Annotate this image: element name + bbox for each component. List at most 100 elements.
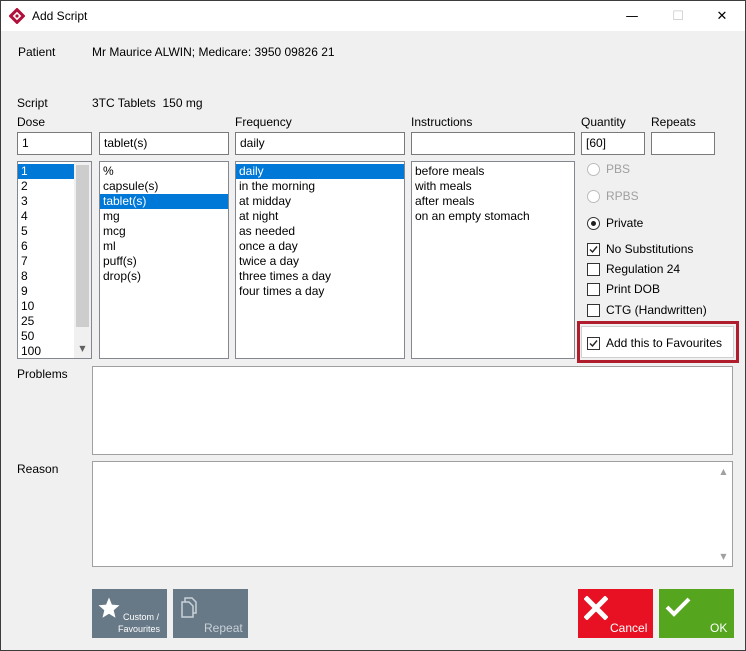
custom-favourites-button[interactable]: Custom / Favourites: [92, 589, 167, 638]
radio-private[interactable]: Private: [587, 215, 643, 231]
frequency-list-item[interactable]: three times a day: [236, 269, 404, 284]
dose-list-item[interactable]: 4: [18, 209, 74, 224]
minimize-icon: —: [625, 8, 639, 24]
ctg-checkbox[interactable]: CTG (Handwritten): [587, 302, 707, 318]
dose-list-item[interactable]: 7: [18, 254, 74, 269]
instructions-list[interactable]: before meals with meals after meals on an e…: [411, 161, 575, 359]
minimize-button[interactable]: —: [609, 1, 655, 31]
unit-list-item[interactable]: drop(s): [100, 269, 228, 284]
unit-list-item[interactable]: mg: [100, 209, 228, 224]
ctg-label: CTG (Handwritten): [606, 303, 707, 317]
instructions-list-item[interactable]: before meals: [412, 164, 574, 179]
maximize-button: ☐: [655, 1, 701, 31]
problems-textarea[interactable]: [92, 366, 733, 455]
instructions-label: Instructions: [411, 115, 473, 129]
unit-list[interactable]: % capsule(s) tablet(s) mg mcg ml puff(s) drop(s…: [99, 161, 229, 359]
quantity-input[interactable]: [60]: [581, 132, 645, 155]
repeats-label: Repeats: [651, 115, 696, 129]
unit-input[interactable]: tablet(s): [99, 132, 229, 155]
dose-list-item[interactable]: 1: [18, 164, 74, 179]
frequency-list-item[interactable]: at midday: [236, 194, 404, 209]
dose-list-item[interactable]: 5: [18, 224, 74, 239]
frequency-list-item[interactable]: as needed: [236, 224, 404, 239]
dose-list-item[interactable]: 3: [18, 194, 74, 209]
dose-list-item[interactable]: 8: [18, 269, 74, 284]
unit-list-item[interactable]: %: [100, 164, 228, 179]
checkbox-box: [587, 262, 600, 276]
star-icon: [98, 597, 120, 618]
repeat-label: Repeat: [204, 621, 243, 635]
copy-icon: [181, 597, 197, 618]
cancel-button[interactable]: Cancel: [578, 589, 653, 638]
frequency-list[interactable]: daily in the morning at midday at night as n…: [235, 161, 405, 359]
reason-label: Reason: [17, 462, 59, 476]
print-dob-label: Print DOB: [606, 282, 661, 296]
dose-label: Dose: [17, 115, 46, 129]
repeat-button[interactable]: Repeat: [173, 589, 248, 638]
scroll-down-icon[interactable]: ▼: [74, 340, 91, 357]
checkbox-box: [587, 336, 600, 350]
radio-pbs: PBS: [587, 161, 630, 177]
quantity-label: Quantity: [581, 115, 626, 129]
scroll-up-icon[interactable]: ▲: [715, 463, 732, 480]
frequency-list-item[interactable]: at night: [236, 209, 404, 224]
checkmark-icon: [589, 245, 598, 253]
window-title: Add Script: [32, 9, 88, 23]
patient-label: Patient: [18, 45, 56, 59]
dose-list-item[interactable]: 50: [18, 329, 74, 344]
no-substitutions-checkbox[interactable]: No Substitutions: [587, 241, 693, 257]
dose-input[interactable]: 1: [17, 132, 92, 155]
regulation-24-checkbox[interactable]: Regulation 24: [587, 261, 680, 277]
frequency-list-item[interactable]: daily: [236, 164, 404, 179]
frequency-input[interactable]: daily: [235, 132, 405, 155]
frequency-list-item[interactable]: four times a day: [236, 284, 404, 299]
frequency-list-item[interactable]: once a day: [236, 239, 404, 254]
radio-rpbs: RPBS: [587, 188, 639, 204]
unit-list-item[interactable]: tablet(s): [100, 194, 228, 209]
no-substitutions-label: No Substitutions: [606, 242, 694, 256]
dose-list-item[interactable]: 25: [18, 314, 74, 329]
dose-list-item[interactable]: 10: [18, 299, 74, 314]
unit-list-item[interactable]: ml: [100, 239, 228, 254]
repeats-input[interactable]: [651, 132, 715, 155]
instructions-list-item[interactable]: with meals: [412, 179, 574, 194]
add-favourites-checkbox[interactable]: Add this to Favourites: [587, 335, 722, 351]
dose-list-scroll-thumb[interactable]: [76, 165, 89, 327]
dose-list[interactable]: 1 2 3 4 5 6 7 8 9 10 25 50 100 ▼: [17, 161, 92, 359]
dose-list-item[interactable]: 100: [18, 344, 74, 358]
reason-scrollbar[interactable]: ▲ ▼: [715, 462, 732, 566]
print-dob-checkbox[interactable]: Print DOB: [587, 281, 660, 297]
radio-circle: [587, 189, 600, 203]
script-label: Script: [17, 96, 48, 110]
unit-list-item[interactable]: capsule(s): [100, 179, 228, 194]
ok-button[interactable]: OK: [659, 589, 734, 638]
regulation-24-label: Regulation 24: [606, 262, 681, 276]
close-button[interactable]: ✕: [699, 1, 745, 31]
instructions-list-item[interactable]: on an empty stomach: [412, 209, 574, 224]
checkbox-box: [587, 282, 600, 296]
checkmark-icon: [589, 339, 598, 347]
script-value: 3TC Tablets 150 mg: [92, 96, 203, 110]
reason-textarea[interactable]: ▲ ▼: [92, 461, 733, 567]
add-script-window: Add Script — ☐ ✕ Patient Mr Maurice ALWI…: [0, 0, 746, 651]
title-bar: Add Script — ☐ ✕: [1, 1, 745, 31]
instructions-input[interactable]: [411, 132, 575, 155]
checkmark-icon: [665, 597, 691, 617]
unit-list-item[interactable]: puff(s): [100, 254, 228, 269]
radio-circle: [587, 162, 600, 176]
radio-circle: [587, 216, 600, 230]
dose-list-item[interactable]: 2: [18, 179, 74, 194]
radio-dot: [591, 220, 596, 226]
patient-value: Mr Maurice ALWIN; Medicare: 3950 09826 2…: [92, 45, 335, 59]
instructions-list-item[interactable]: after meals: [412, 194, 574, 209]
dose-list-item[interactable]: 6: [18, 239, 74, 254]
dose-list-scrollbar[interactable]: ▼: [74, 162, 91, 358]
frequency-list-item[interactable]: in the morning: [236, 179, 404, 194]
custom-favourites-line2: Favourites: [118, 624, 161, 634]
radio-private-label: Private: [606, 216, 644, 230]
unit-list-item[interactable]: mcg: [100, 224, 228, 239]
ok-label: OK: [710, 621, 728, 635]
scroll-down-icon[interactable]: ▼: [715, 548, 732, 565]
frequency-list-item[interactable]: twice a day: [236, 254, 404, 269]
dose-list-item[interactable]: 9: [18, 284, 74, 299]
